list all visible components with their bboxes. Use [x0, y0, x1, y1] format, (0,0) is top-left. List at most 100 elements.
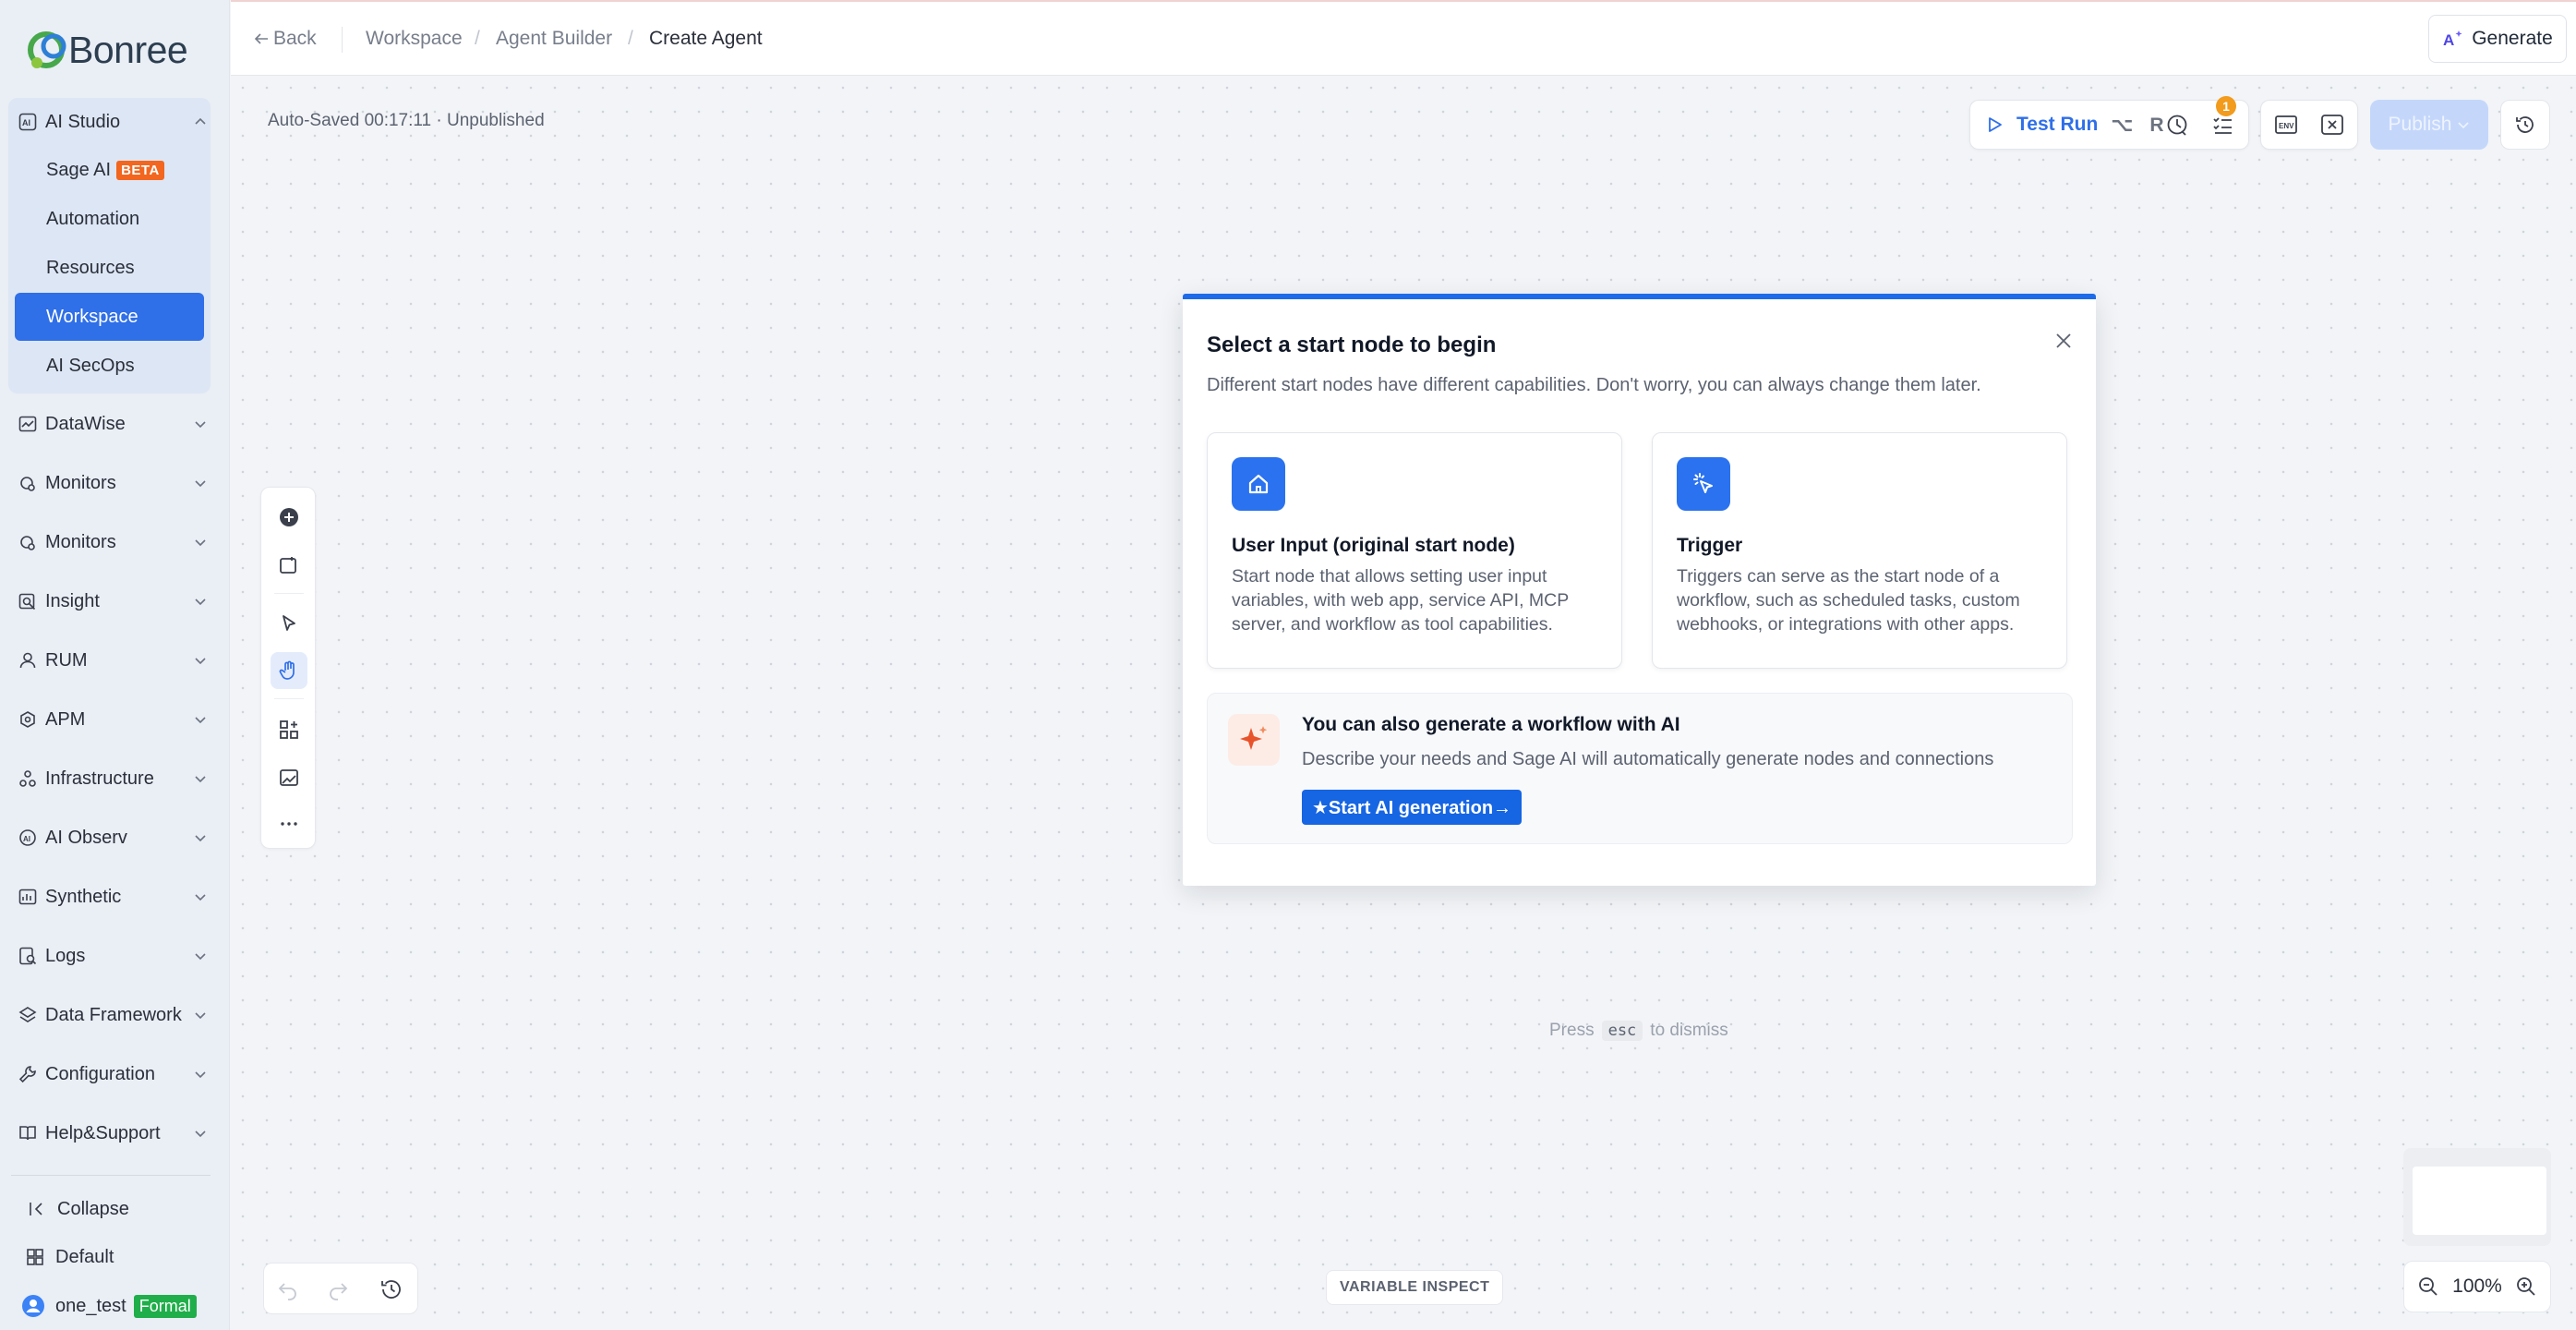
- add-node-tool[interactable]: [271, 499, 307, 536]
- more-tools[interactable]: [271, 805, 307, 842]
- nav-data-framework[interactable]: Data Framework: [18, 998, 212, 1032]
- ai-panel-title: You can also generate a workflow with AI: [1302, 714, 1680, 735]
- workflow-canvas[interactable]: Auto-Saved 00:17:11 · Unpublished Test R…: [231, 76, 2576, 1330]
- nav-ai-studio[interactable]: AI AI Studio: [18, 105, 212, 139]
- sidebar-item-ai-secops[interactable]: AI SecOps: [15, 342, 204, 390]
- sidebar-item-workspace[interactable]: Workspace: [15, 293, 204, 341]
- sidebar-item-label: Workspace: [46, 306, 138, 327]
- sidebar: Bonree AI AI Studio Sage AI BETA Automat…: [0, 0, 230, 1330]
- ai-generate-panel: You can also generate a workflow with AI…: [1207, 693, 2073, 844]
- close-button[interactable]: [2050, 327, 2077, 355]
- blocks-icon: [280, 720, 298, 739]
- autosave-status: Auto-Saved 00:17:11 · Unpublished: [268, 111, 545, 130]
- beta-badge: BETA: [116, 160, 164, 180]
- nav-apm[interactable]: APM: [18, 703, 212, 736]
- add-note-tool[interactable]: [271, 547, 307, 584]
- cursor-icon: [283, 615, 295, 631]
- breadcrumb-agent-builder[interactable]: Agent Builder: [496, 2, 612, 76]
- hand-tool[interactable]: [271, 652, 307, 689]
- version-history-button[interactable]: [2500, 100, 2550, 150]
- workspace-default-button[interactable]: Default: [26, 1241, 114, 1273]
- redo-icon[interactable]: [325, 1276, 351, 1302]
- run-history-icon[interactable]: [2165, 113, 2189, 137]
- dismiss-suffix: to dismiss: [1650, 1021, 1728, 1040]
- user-input-node-card[interactable]: User Input (original start node) Start n…: [1207, 432, 1622, 669]
- zoom-out-icon[interactable]: [2417, 1276, 2439, 1298]
- generate-button[interactable]: A Generate: [2428, 15, 2567, 63]
- nav-rum[interactable]: RUM: [18, 644, 212, 677]
- minimap-viewport[interactable]: [2413, 1167, 2546, 1235]
- brand-name: Bonree: [68, 28, 188, 71]
- checklist-count-badge: 1: [2216, 96, 2236, 116]
- sidebar-item-label: Sage AI: [46, 159, 112, 180]
- publish-button[interactable]: Publish: [2370, 100, 2488, 150]
- nav-logs[interactable]: Logs: [18, 939, 212, 973]
- default-label: Default: [55, 1246, 114, 1267]
- nav-label: Infrastructure: [45, 768, 154, 789]
- collapse-button[interactable]: Collapse: [28, 1193, 129, 1225]
- minimap[interactable]: [2403, 1148, 2551, 1246]
- dialog-title: Select a start node to begin: [1207, 332, 1497, 357]
- nav-configuration[interactable]: Configuration: [18, 1058, 212, 1091]
- nav-label: APM: [45, 708, 86, 730]
- apm-icon: [20, 711, 35, 728]
- chevron-down-icon: [195, 1130, 206, 1138]
- divider: [274, 698, 304, 699]
- brand-logo[interactable]: Bonree: [24, 24, 188, 76]
- nav-label: Monitors: [45, 531, 116, 552]
- sidebar-item-resources[interactable]: Resources: [15, 244, 204, 292]
- organize-blocks-tool[interactable]: [271, 711, 307, 748]
- monitor-icon: [20, 536, 35, 550]
- undo-icon[interactable]: [275, 1276, 301, 1302]
- chevron-down-icon: [195, 658, 206, 665]
- chevron-down-icon: [195, 421, 206, 429]
- sidebar-item-label: AI SecOps: [46, 355, 135, 376]
- zoom-level[interactable]: 100%: [2452, 1276, 2502, 1298]
- trigger-icon-box: [1677, 457, 1730, 511]
- divider: [274, 593, 304, 594]
- run-toolbar: Test Run ⌥ R: [1969, 100, 2249, 150]
- nav-insight[interactable]: Insight: [18, 585, 212, 618]
- pointer-tool[interactable]: [271, 606, 307, 643]
- nav-label: Logs: [45, 945, 86, 966]
- close-icon: [2056, 333, 2071, 348]
- nav-datawise[interactable]: DataWise: [18, 407, 212, 441]
- nav-monitors[interactable]: Monitors: [18, 466, 212, 500]
- test-run-shortcut: ⌥ R: [2111, 114, 2170, 136]
- avatar-icon: [22, 1295, 44, 1317]
- user-account[interactable]: one_test Formal: [22, 1290, 197, 1322]
- collapse-icon: [30, 1203, 42, 1215]
- plus-circle-icon: [280, 508, 298, 526]
- nav-label: AI Observ: [45, 827, 127, 848]
- checklist-icon[interactable]: [2211, 113, 2235, 137]
- chevron-down-icon: [2458, 122, 2470, 129]
- chevron-down-icon: [195, 539, 206, 547]
- test-run-button[interactable]: Test Run ⌥ R: [1985, 114, 2169, 137]
- data-framework-icon: [18, 1007, 37, 1022]
- variable-inspect-button[interactable]: VARIABLE INSPECT: [1326, 1270, 1504, 1305]
- sidebar-item-sage-ai[interactable]: Sage AI BETA: [15, 146, 204, 194]
- monitor-icon: [20, 477, 35, 491]
- nav-label: Synthetic: [45, 886, 122, 907]
- nav-help-support[interactable]: Help&Support: [18, 1117, 212, 1150]
- sidebar-item-automation[interactable]: Automation: [15, 195, 204, 243]
- zoom-controls: 100%: [2403, 1261, 2551, 1312]
- synthetic-icon: [18, 889, 37, 905]
- breadcrumb-workspace[interactable]: Workspace: [366, 2, 463, 76]
- start-ai-generation-button[interactable]: ★Start AI generation→: [1302, 790, 1522, 825]
- click-cursor-icon: [1693, 473, 1713, 493]
- nav-ai-observ[interactable]: AI AI Observ: [18, 821, 212, 854]
- back-button[interactable]: Back: [253, 2, 317, 76]
- chevron-down-icon: [195, 953, 206, 961]
- history-icon[interactable]: [379, 1276, 404, 1302]
- zoom-in-icon[interactable]: [2515, 1276, 2537, 1298]
- env-variables-icon[interactable]: ENV: [2274, 113, 2298, 137]
- logs-icon: [19, 947, 37, 965]
- nav-monitors-2[interactable]: Monitors: [18, 526, 212, 559]
- conversation-variables-icon[interactable]: [2320, 113, 2344, 137]
- trigger-node-card[interactable]: Trigger Triggers can serve as the start …: [1652, 432, 2067, 669]
- minimap-toggle-tool[interactable]: [271, 759, 307, 796]
- nav-infrastructure[interactable]: Infrastructure: [18, 762, 212, 795]
- nav-synthetic[interactable]: Synthetic: [18, 880, 212, 913]
- chevron-down-icon: [195, 894, 206, 901]
